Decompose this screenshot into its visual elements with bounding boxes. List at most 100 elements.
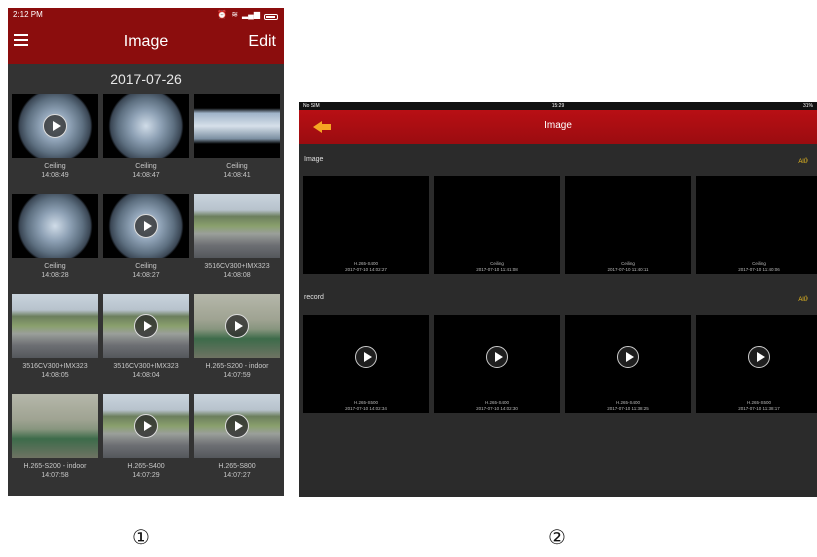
media-item[interactable]: H.265-S800 14:07:27 <box>194 394 280 480</box>
media-caption: H.265-S400 14:07:29 <box>103 462 189 480</box>
media-item[interactable]: Ceiling 14:08:49 <box>12 94 98 180</box>
media-caption: 3516CV300+IMX323 14:08:04 <box>103 362 189 380</box>
alarm-icon: ⏰ <box>217 10 228 19</box>
media-caption: Ceiling 14:08:47 <box>103 162 189 180</box>
tablet-caption: H.265-S500 2017-07-10 11:38:17 <box>696 399 817 413</box>
media-item[interactable]: H.265-S200 - indoor 14:07:59 <box>194 294 280 380</box>
tablet-thumbnail[interactable] <box>565 176 691 260</box>
media-item[interactable]: H.265-S400 14:07:29 <box>103 394 189 480</box>
tablet-media-datetime: 2017-07-10 11:40:06 <box>738 267 780 272</box>
phone-screenshot: 2:12 PM ⏰ ≋ ▂▄▆ Image Edit 2017-07-26 Ce… <box>8 8 284 496</box>
media-name: 3516CV300+IMX323 <box>113 363 179 370</box>
image-item[interactable]: Ceiling 2017-07-10 11:41:08 <box>434 176 560 274</box>
media-thumbnail[interactable] <box>12 94 98 158</box>
media-item[interactable]: Ceiling 14:08:41 <box>194 94 280 180</box>
media-name: 3516CV300+IMX323 <box>22 363 88 370</box>
media-thumbnail[interactable] <box>194 294 280 358</box>
play-icon[interactable] <box>617 346 639 368</box>
media-caption: Ceiling 14:08:28 <box>12 262 98 280</box>
tablet-thumbnail[interactable] <box>434 176 560 260</box>
tablet-media-datetime: 2017-07-10 14:02:27 <box>345 267 387 272</box>
play-icon[interactable] <box>225 414 249 438</box>
media-name: Ceiling <box>135 163 157 170</box>
media-thumbnail[interactable] <box>194 94 280 158</box>
image-all-link[interactable]: All》 <box>798 156 811 165</box>
tablet-screenshot: No SIM 15:29 31% Image Image All》 H.265-… <box>299 102 817 497</box>
signal-icon: ▂▄▆ <box>242 10 260 19</box>
media-thumbnail[interactable] <box>103 94 189 158</box>
media-name: H.265-S800 <box>218 463 256 470</box>
media-caption: H.265-S200 - indoor 14:07:58 <box>12 462 98 480</box>
tablet-caption: Ceiling 2017-07-10 11:40:06 <box>696 260 817 274</box>
battery-level: 31% <box>802 103 813 109</box>
edit-button[interactable]: Edit <box>248 33 276 51</box>
media-thumbnail[interactable] <box>194 394 280 458</box>
media-thumbnail[interactable] <box>194 194 280 258</box>
play-icon[interactable] <box>134 414 158 438</box>
media-caption: 3516CV300+IMX323 14:08:08 <box>194 262 280 280</box>
media-time: 14:08:28 <box>41 272 69 279</box>
media-thumbnail[interactable] <box>12 394 98 458</box>
play-icon[interactable] <box>134 214 158 238</box>
tablet-thumbnail[interactable] <box>696 176 817 260</box>
media-thumbnail[interactable] <box>12 194 98 258</box>
media-thumbnail[interactable] <box>103 194 189 258</box>
tablet-thumbnail[interactable] <box>565 315 691 399</box>
tablet-status-time: 15:29 <box>551 103 565 109</box>
media-thumbnail[interactable] <box>103 394 189 458</box>
tablet-media-datetime: 2017-07-10 11:38:17 <box>738 406 780 411</box>
media-time: 14:08:41 <box>223 172 251 179</box>
media-name: Ceiling <box>226 163 248 170</box>
image-item[interactable]: Ceiling 2017-07-10 11:40:06 <box>696 176 817 274</box>
media-time: 14:08:49 <box>41 172 69 179</box>
record-item[interactable]: H.265-S500 2017-07-10 14:02:34 <box>303 315 429 413</box>
tablet-thumbnail[interactable] <box>696 315 817 399</box>
media-item[interactable]: Ceiling 14:08:28 <box>12 194 98 280</box>
play-icon[interactable] <box>486 346 508 368</box>
media-item[interactable]: 3516CV300+IMX323 14:08:05 <box>12 294 98 380</box>
tablet-caption: H.265-S400 2017-07-10 14:02:30 <box>434 399 560 413</box>
figure-marker-1: ① <box>132 527 150 549</box>
media-item[interactable]: 3516CV300+IMX323 14:08:04 <box>103 294 189 380</box>
battery-icon <box>264 14 278 20</box>
tablet-media-datetime: 2017-07-10 11:40:11 <box>607 267 649 272</box>
media-name: H.265-S200 - indoor <box>23 463 87 470</box>
record-item[interactable]: H.265-S400 2017-07-10 11:38:25 <box>565 315 691 413</box>
image-item[interactable]: Ceiling 2017-07-10 11:40:11 <box>565 176 691 274</box>
tablet-thumbnail[interactable] <box>303 315 429 399</box>
tablet-thumbnail[interactable] <box>434 315 560 399</box>
media-time: 14:08:04 <box>132 372 160 379</box>
figure-marker-2: ② <box>548 527 566 549</box>
image-item[interactable]: H.265-S400 2017-07-10 14:02:27 <box>303 176 429 274</box>
media-item[interactable]: Ceiling 14:08:27 <box>103 194 189 280</box>
page-title: Image <box>123 33 169 50</box>
record-all-link[interactable]: All》 <box>798 294 811 303</box>
media-name: 3516CV300+IMX323 <box>204 263 270 270</box>
record-item[interactable]: H.265-S500 2017-07-10 11:38:17 <box>696 315 817 413</box>
tablet-status-bar: No SIM 15:29 31% <box>299 102 817 110</box>
media-name: Ceiling <box>44 163 66 170</box>
media-item[interactable]: 3516CV300+IMX323 14:08:08 <box>194 194 280 280</box>
tablet-thumbnail[interactable] <box>303 176 429 260</box>
play-icon[interactable] <box>225 314 249 338</box>
play-icon[interactable] <box>134 314 158 338</box>
tablet-media-datetime: 2017-07-10 14:02:34 <box>345 406 387 411</box>
media-name: H.265-S200 - indoor <box>205 363 269 370</box>
media-thumbnail[interactable] <box>12 294 98 358</box>
play-icon[interactable] <box>355 346 377 368</box>
media-thumbnail[interactable] <box>103 294 189 358</box>
media-caption: H.265-S800 14:07:27 <box>194 462 280 480</box>
tablet-media-datetime: 2017-07-10 11:38:25 <box>607 406 649 411</box>
tablet-caption: Ceiling 2017-07-10 11:41:08 <box>434 260 560 274</box>
media-time: 14:07:58 <box>41 472 69 479</box>
media-time: 14:07:27 <box>223 472 251 479</box>
tablet-media-datetime: 2017-07-10 14:02:30 <box>476 406 518 411</box>
record-item[interactable]: H.265-S400 2017-07-10 14:02:30 <box>434 315 560 413</box>
tablet-caption: H.265-S400 2017-07-10 14:02:27 <box>303 260 429 274</box>
media-item[interactable]: Ceiling 14:08:47 <box>103 94 189 180</box>
play-icon[interactable] <box>748 346 770 368</box>
media-name: Ceiling <box>44 263 66 270</box>
media-item[interactable]: H.265-S200 - indoor 14:07:58 <box>12 394 98 480</box>
play-icon[interactable] <box>43 114 67 138</box>
tablet-caption: H.265-S400 2017-07-10 11:38:25 <box>565 399 691 413</box>
